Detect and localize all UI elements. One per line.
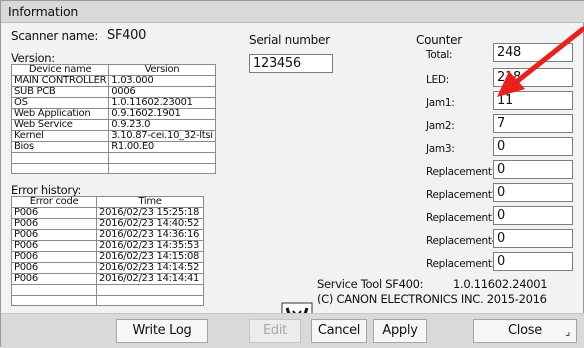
- version-table-row: [10, 162, 216, 174]
- counter-label: Counter: [416, 33, 462, 47]
- version-table-row: SUB PCB 0006: [10, 86, 216, 98]
- error-history-row: [10, 294, 204, 306]
- counter-field-replacement1[interactable]: 0: [493, 160, 573, 179]
- write-log-button[interactable]: Write Log: [116, 319, 208, 343]
- version-col-version: Version: [108, 64, 216, 76]
- version-table-cell: SUB PCB: [10, 86, 110, 98]
- edit-button[interactable]: Edit: [249, 319, 301, 343]
- error-history-row: P006 2016/02/23 14:14:41: [10, 273, 204, 285]
- counter-label-led: LED:: [426, 74, 449, 86]
- version-table-cell: Bios: [10, 141, 110, 153]
- annotation-arrow-icon: [497, 26, 584, 97]
- counter-label-jam2: Jam2:: [426, 120, 455, 132]
- version-label: Version:: [11, 51, 55, 65]
- close-button[interactable]: Close ⌟: [473, 319, 577, 343]
- version-table-cell: MAIN CONTROLLER: [10, 75, 110, 87]
- information-window: Information Scanner name: SF400 Version:…: [0, 0, 584, 348]
- scanner-name-label: Scanner name:: [11, 29, 99, 43]
- copyright-text: (C) CANON ELECTRONICS INC. 2015-2016: [317, 292, 547, 306]
- error-history-cell: 2016/02/23 15:25:18: [96, 207, 204, 219]
- error-col-time: Time: [96, 196, 204, 208]
- version-table-row: MAIN CONTROLLER 1.03.000: [10, 75, 216, 87]
- error-history-cell: 2016/02/23 14:40:52: [96, 218, 204, 230]
- resize-grip-icon: ⌟: [565, 325, 570, 338]
- error-col-code: Error code: [10, 196, 98, 208]
- version-table-cell: Web Application: [10, 108, 110, 120]
- counter-label-replacement5: Replacement5:: [426, 258, 502, 270]
- button-bar: Write Log Edit Cancel Apply Close ⌟: [1, 313, 584, 348]
- counter-label-replacement1: Replacement1:: [426, 166, 502, 178]
- version-table-cell: [108, 152, 216, 164]
- error-history-cell: [10, 294, 98, 306]
- error-history-cell: 2016/02/23 14:14:41: [96, 273, 204, 285]
- version-table-cell: [108, 162, 216, 174]
- error-history-row: P006 2016/02/23 14:35:53: [10, 240, 204, 252]
- error-history-row: P006 2016/02/23 14:15:08: [10, 251, 204, 263]
- error-history-cell: [10, 284, 98, 296]
- version-table: Device name Version MAIN CONTROLLER 1.03.…: [10, 64, 216, 174]
- error-history-row: P006 2016/02/23 14:36:16: [10, 229, 204, 241]
- error-history-cell: [96, 284, 204, 296]
- error-history-cell: 2016/02/23 14:35:53: [96, 240, 204, 252]
- counter-field-replacement3[interactable]: 0: [493, 206, 573, 225]
- version-table-row: Web Application 0.9.1602.1901: [10, 108, 216, 120]
- counter-label-jam3: Jam3:: [426, 143, 455, 155]
- error-history-table: Error code Time P006 2016/02/23 15:25:18 P…: [10, 196, 204, 306]
- error-history-cell: 2016/02/23 14:36:16: [96, 229, 204, 241]
- version-table-cell: Kernel: [10, 130, 110, 142]
- error-history-row: P006 2016/02/23 14:40:52: [10, 218, 204, 230]
- version-table-cell: [10, 152, 110, 164]
- version-table-cell: 1.0.11602.23001: [108, 97, 216, 109]
- version-table-cell: R1.00.E0: [108, 141, 216, 153]
- version-table-cell: 0006: [108, 86, 216, 98]
- counter-field-replacement4[interactable]: 0: [493, 229, 573, 248]
- counter-field-jam2[interactable]: 7: [493, 114, 573, 133]
- counter-label-jam1: Jam1:: [426, 97, 455, 109]
- error-history-cell: P006: [10, 229, 98, 241]
- version-table-cell: [10, 162, 110, 174]
- version-table-row: OS 1.0.11602.23001: [10, 97, 216, 109]
- cancel-button[interactable]: Cancel: [311, 319, 367, 343]
- version-table-cell: 3.10.87-cei.10_32-ltsi: [108, 130, 216, 142]
- version-table-row: Bios R1.00.E0: [10, 141, 216, 153]
- counter-field-replacement2[interactable]: 0: [493, 183, 573, 202]
- counter-label-total: Total:: [426, 49, 453, 61]
- version-table-cell: OS: [10, 97, 110, 109]
- error-history-label: Error history:: [11, 183, 82, 197]
- version-table-row: Kernel 3.10.87-cei.10_32-ltsi: [10, 130, 216, 142]
- error-history-cell: 2016/02/23 14:14:52: [96, 262, 204, 274]
- error-history-cell: P006: [10, 240, 98, 252]
- serial-number-label: Serial number: [249, 33, 330, 47]
- error-history-row: P006 2016/02/23 15:25:18: [10, 207, 204, 219]
- counter-label-replacement4: Replacement4:: [426, 235, 502, 247]
- close-button-label: Close: [508, 323, 542, 338]
- counter-label-replacement2: Replacement2:: [426, 189, 502, 201]
- version-col-device: Device name: [10, 64, 110, 76]
- scanner-model: SF400: [107, 28, 147, 43]
- version-table-cell: 0.9.1602.1901: [108, 108, 216, 120]
- version-table-cell: 1.03.000: [108, 75, 216, 87]
- error-history-row: P006 2016/02/23 14:14:52: [10, 262, 204, 274]
- error-history-cell: P006: [10, 273, 98, 285]
- counter-label-replacement3: Replacement3:: [426, 212, 502, 224]
- counter-field-jam3[interactable]: 0: [493, 137, 573, 156]
- version-table-cell: 0.9.23.0: [108, 119, 216, 131]
- version-table-row: [10, 152, 216, 164]
- version-table-cell: Web Service: [10, 119, 110, 131]
- apply-button[interactable]: Apply: [373, 319, 427, 343]
- error-history-row: [10, 284, 204, 296]
- error-history-cell: 2016/02/23 14:15:08: [96, 251, 204, 263]
- error-history-cell: P006: [10, 262, 98, 274]
- window-title: Information: [1, 1, 584, 23]
- error-history-cell: P006: [10, 207, 98, 219]
- error-history-cell: [96, 294, 204, 306]
- error-history-cell: P006: [10, 251, 98, 263]
- counter-field-replacement5[interactable]: 0: [493, 252, 573, 271]
- service-tool-label: Service Tool SF400:: [317, 277, 424, 291]
- version-table-row: Web Service 0.9.23.0: [10, 119, 216, 131]
- serial-number-field[interactable]: 123456: [249, 54, 333, 73]
- error-history-cell: P006: [10, 218, 98, 230]
- service-tool-version: 1.0.11602.24001: [453, 277, 548, 291]
